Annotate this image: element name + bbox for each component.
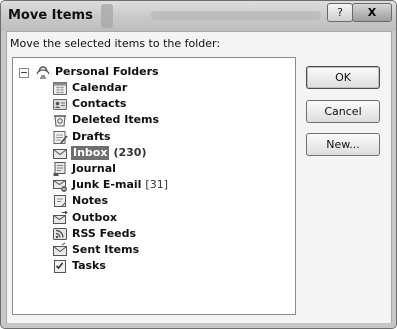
tree-item-label: Notes: [72, 194, 109, 207]
tree-item-label: Calendar: [72, 81, 128, 94]
tree-item-label: RSS Feeds: [72, 227, 137, 240]
tree-root-label: Personal Folders: [55, 65, 159, 78]
tree-item-label: Inbox: [71, 146, 110, 160]
unread-count: [31]: [145, 178, 168, 191]
dialog-title: Move Items: [8, 8, 93, 23]
inbox-icon: [52, 145, 68, 161]
contacts-icon: [52, 96, 68, 112]
unread-count: (230): [113, 146, 147, 159]
calendar-icon: [52, 80, 68, 96]
tree-item-label: Sent Items: [72, 243, 140, 256]
journal-icon: [52, 161, 68, 177]
title-bar[interactable]: Move Items ? X: [1, 1, 396, 31]
instruction-label: Move the selected items to the folder:: [10, 37, 221, 50]
cancel-button[interactable]: Cancel: [306, 100, 380, 123]
personal-folders-icon: [35, 64, 51, 80]
close-button[interactable]: X: [352, 3, 392, 22]
tree-item-label: Junk E-mail: [72, 178, 142, 191]
help-button[interactable]: ?: [327, 3, 353, 22]
junk-email-icon: [52, 177, 68, 193]
sent-items-icon: [52, 242, 68, 258]
tasks-icon: [52, 258, 68, 274]
ok-button[interactable]: OK: [306, 66, 380, 89]
dialog-body: Move the selected items to the folder: P…: [6, 31, 392, 324]
tree-item-label: Tasks: [72, 259, 106, 272]
collapse-toggle-icon[interactable]: [19, 68, 29, 78]
tree-item-label: Deleted Items: [72, 113, 160, 126]
tree-item-label: Drafts: [72, 130, 111, 143]
notes-icon: [52, 193, 68, 209]
rss-feeds-icon: [52, 226, 68, 242]
drafts-icon: [52, 129, 68, 145]
folder-tree[interactable]: Personal Folders Calendar Contacts Deleted…: [12, 57, 296, 315]
outbox-icon: [52, 210, 68, 226]
tree-item-label: Contacts: [72, 97, 127, 110]
move-items-dialog: Move Items ? X Move the selected items t…: [0, 0, 397, 329]
deleted-items-icon: [52, 112, 68, 128]
bottom-edge: [1, 323, 396, 328]
tree-item-label: Outbox: [72, 211, 117, 224]
new-button[interactable]: New...: [306, 133, 380, 156]
background-blur: [151, 11, 321, 20]
background-blur: [101, 4, 113, 28]
tree-item-label: Journal: [72, 162, 116, 175]
